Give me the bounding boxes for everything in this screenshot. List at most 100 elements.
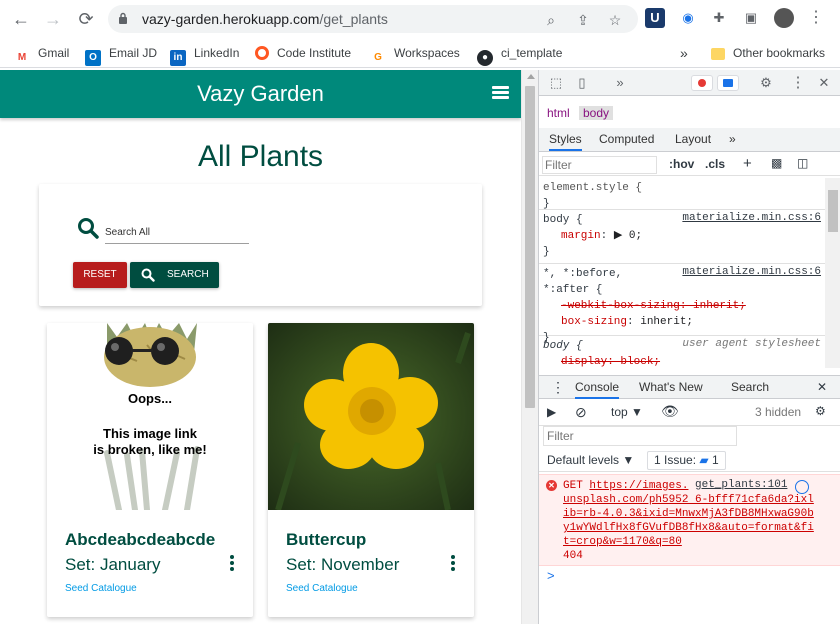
cls-toggle[interactable]: .cls xyxy=(705,157,725,171)
issues-button[interactable]: 1 Issue: ▰ 1 xyxy=(647,451,726,470)
close-icon[interactable]: ✕ xyxy=(815,74,833,92)
rule-source-link[interactable]: materialize.min.css:6 xyxy=(682,266,821,278)
browser-toolbar: ← → ⟳ vazy-garden.herokuapp.com/get_plan… xyxy=(0,0,840,38)
page-title: All Plants xyxy=(197,140,324,173)
drawer-menu-icon[interactable]: ⋮ xyxy=(551,379,565,396)
paint-icon[interactable]: ▩ xyxy=(771,156,782,170)
back-arrow-icon[interactable]: ← xyxy=(10,8,32,30)
close-drawer-icon[interactable]: ✕ xyxy=(817,380,827,394)
bookmark-workspaces[interactable]: G Workspaces xyxy=(370,44,460,63)
drawer-tabbar: ⋮ Console What's New Search ✕ xyxy=(539,375,840,399)
settings-gear-icon[interactable]: ⚙ xyxy=(757,74,775,92)
rule-source-link[interactable]: materialize.min.css:6 xyxy=(682,212,821,224)
other-bookmarks[interactable]: Other bookmarks xyxy=(711,44,825,62)
search-button-label: SEARCH xyxy=(167,269,209,280)
outlook-icon: O xyxy=(85,50,101,66)
reload-icon[interactable]: ⟳ xyxy=(75,8,97,30)
buttercup-image xyxy=(268,323,474,510)
devtools-menu-icon[interactable]: ⋮ xyxy=(789,74,807,92)
clear-console-icon[interactable]: ⊘ xyxy=(575,404,587,421)
gmail-icon: M xyxy=(17,52,27,63)
more-vert-icon[interactable] xyxy=(229,555,235,573)
rule-source-ua: user agent stylesheet xyxy=(682,338,821,350)
style-rule: materialize.min.css:6 body { margin: ▶ 0… xyxy=(539,212,825,264)
console-error-message: ✕ GET https://images. unsplash.com/ph595… xyxy=(539,474,840,566)
default-levels-select[interactable]: Default levels ▼ xyxy=(547,453,634,467)
hamburger-menu-icon[interactable] xyxy=(492,86,509,100)
levels-row: Default levels ▼ 1 Issue: ▰ 1 xyxy=(539,450,840,472)
tab-computed[interactable]: Computed xyxy=(599,132,654,146)
hov-toggle[interactable]: :hov xyxy=(669,157,694,171)
context-select[interactable]: top ▼ xyxy=(611,405,643,419)
oops-message: This image link is broken, like me! xyxy=(93,426,207,457)
tab-console[interactable]: Console xyxy=(575,380,620,399)
extension-icon[interactable]: ◉ xyxy=(678,8,698,28)
search-icon xyxy=(141,268,155,282)
zoom-icon[interactable]: ⌕ xyxy=(542,11,560,29)
styles-tabbar: Styles Computed Layout » xyxy=(539,128,840,152)
inspect-element-icon[interactable]: ⬚ xyxy=(547,74,565,92)
bookmarks-overflow[interactable]: » xyxy=(680,44,688,62)
device-toggle-icon[interactable]: ▯ xyxy=(573,74,591,92)
new-rule-icon[interactable]: + xyxy=(743,155,752,172)
sidebar-icon[interactable]: ▶ xyxy=(547,405,556,419)
address-bar[interactable]: vazy-garden.herokuapp.com/get_plants ⌕ ⇪… xyxy=(108,5,638,33)
tab-whats-new[interactable]: What's New xyxy=(639,380,703,394)
search-input[interactable] xyxy=(105,222,249,244)
plant-card: Oops... This image link is broken, like m… xyxy=(47,323,253,617)
folder-icon xyxy=(711,48,725,60)
bookmark-code-institute[interactable]: Code Institute xyxy=(255,44,351,62)
bookmark-ci-template[interactable]: ● ci_template xyxy=(477,44,562,66)
card-plant-set: Set: January xyxy=(65,555,161,574)
console-filter-input[interactable] xyxy=(543,426,737,446)
error-url[interactable]: https://images. xyxy=(589,480,688,492)
bookmark-linkedin[interactable]: in LinkedIn xyxy=(170,44,239,66)
devtools-panel: ⬚ ▯ » ⚙ ⋮ ✕ html body Styles Computed La… xyxy=(538,70,840,624)
search-button[interactable]: SEARCH xyxy=(130,262,219,288)
sidebar-toggle-icon[interactable]: ◫ xyxy=(797,156,808,170)
tab-layout[interactable]: Layout xyxy=(675,132,711,146)
oops-heading: Oops... xyxy=(127,391,173,406)
tab-search[interactable]: Search xyxy=(731,380,769,394)
forward-arrow-icon[interactable]: → xyxy=(42,8,64,30)
bitwarden-icon[interactable]: U xyxy=(645,8,665,28)
bookmark-email-jd[interactable]: O Email JD xyxy=(85,44,157,66)
side-panel-icon[interactable]: ▣ xyxy=(741,8,761,28)
seed-catalogue-link[interactable]: Seed Catalogue xyxy=(286,583,358,594)
console-settings-icon[interactable]: ⚙ xyxy=(815,404,826,418)
console-prompt[interactable]: > xyxy=(547,568,555,583)
style-rule: element.style { } xyxy=(539,180,825,210)
error-text: GET https://images. unsplash.com/ph5952 … xyxy=(563,480,814,562)
error-source-link[interactable]: get_plants:101 xyxy=(695,479,787,491)
app-navbar: Vazy Garden xyxy=(0,70,521,118)
card-plant-set: Set: November xyxy=(286,555,400,574)
styles-scrollbar[interactable] xyxy=(825,178,840,368)
console-toolbar: ▶ ⊘ top ▼ 👁 3 hidden ⚙ xyxy=(539,400,840,426)
styles-filter-input[interactable] xyxy=(542,156,657,174)
error-url-continued[interactable]: unsplash.com/ph5952 6-bfff71cfa6da?ixlib… xyxy=(563,494,814,548)
message-badge[interactable] xyxy=(717,75,739,91)
url-text: vazy-garden.herokuapp.com/get_plants xyxy=(142,11,388,27)
seed-catalogue-link[interactable]: Seed Catalogue xyxy=(65,583,137,594)
tab-styles[interactable]: Styles xyxy=(549,132,582,151)
tabs-more[interactable]: » xyxy=(729,132,736,146)
reset-button[interactable]: RESET xyxy=(73,262,127,288)
menu-kebab-icon[interactable]: ⋮ xyxy=(806,8,826,28)
more-vert-icon[interactable] xyxy=(450,555,456,573)
network-globe-icon[interactable] xyxy=(795,480,809,494)
bookmark-gmail[interactable]: M Gmail xyxy=(14,44,70,63)
eye-icon[interactable]: 👁 xyxy=(661,403,679,420)
pineapple-image xyxy=(47,323,253,510)
breadcrumb-body[interactable]: body xyxy=(579,106,614,120)
star-icon[interactable]: ☆ xyxy=(606,11,624,29)
brand-logo[interactable]: Vazy Garden xyxy=(0,81,521,107)
error-badge[interactable] xyxy=(691,75,713,91)
breadcrumb-html[interactable]: html xyxy=(543,106,574,120)
puzzle-icon[interactable]: ✚ xyxy=(709,8,729,28)
page-scrollbar[interactable] xyxy=(521,70,538,624)
avatar[interactable] xyxy=(774,8,794,28)
styles-filter-row: :hov .cls + ▩ ◫ xyxy=(539,154,840,176)
share-icon[interactable]: ⇪ xyxy=(574,11,592,29)
style-rule: user agent stylesheet body { display: bl… xyxy=(543,338,821,368)
more-panels-icon[interactable]: » xyxy=(611,74,629,92)
